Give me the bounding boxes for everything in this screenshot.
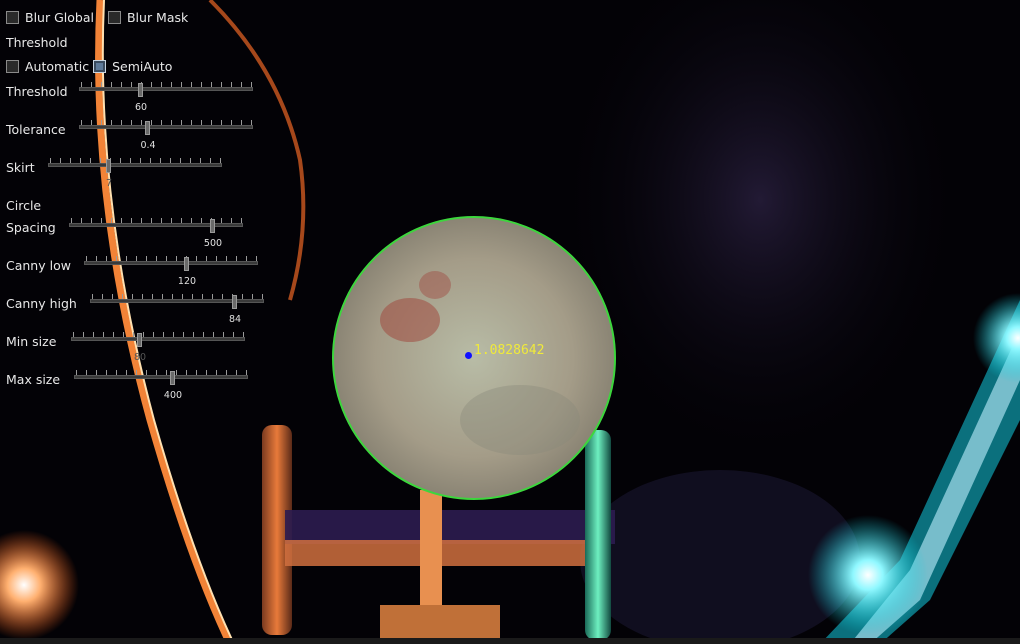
- canny-low-slider-value: 120: [177, 276, 197, 287]
- threshold-slider-value: 60: [134, 102, 148, 113]
- tolerance-slider-label: Tolerance: [6, 122, 66, 137]
- canny-high-slider-label: Canny high: [6, 296, 77, 311]
- blur-mask-checkbox[interactable]: [107, 11, 121, 24]
- circle-center-marker: [465, 352, 472, 359]
- canny-high-slider-value: 84: [228, 314, 242, 325]
- spacing-slider-label: Spacing: [6, 220, 56, 235]
- tolerance-slider-value: 0.4: [140, 140, 156, 151]
- canny-low-slider-handle[interactable]: [184, 257, 189, 271]
- automatic-label: Automatic: [25, 59, 90, 74]
- min-size-slider-handle[interactable]: [137, 333, 142, 347]
- canny-high-slider[interactable]: [90, 299, 264, 303]
- skirt-slider-handle[interactable]: [106, 159, 111, 173]
- skirt-slider[interactable]: [48, 163, 222, 167]
- detection-readout: 1.0828642: [474, 343, 545, 358]
- blur-mask-label: Blur Mask: [126, 10, 189, 25]
- tolerance-slider-handle[interactable]: [145, 121, 150, 135]
- spacing-slider-handle[interactable]: [210, 219, 215, 233]
- threshold-slider-handle[interactable]: [138, 83, 143, 97]
- mode-options-row: Automatic SemiAuto: [6, 59, 186, 74]
- skirt-slider-value: 7: [105, 178, 113, 189]
- max-size-slider-label: Max size: [6, 372, 61, 387]
- blur-global-label: Blur Global: [25, 10, 94, 25]
- threshold-section-heading: Threshold: [6, 35, 68, 50]
- max-size-slider-value: 400: [163, 390, 183, 401]
- blur-global-checkbox[interactable]: [6, 11, 19, 24]
- threshold-slider[interactable]: [79, 87, 253, 91]
- min-size-slider-value: 80: [133, 352, 147, 363]
- max-size-slider-handle[interactable]: [170, 371, 175, 385]
- min-size-slider[interactable]: [71, 337, 245, 341]
- automatic-checkbox[interactable]: [6, 60, 19, 73]
- min-size-slider-label: Min size: [6, 334, 57, 349]
- spacing-slider[interactable]: [69, 223, 243, 227]
- semiauto-label: SemiAuto: [112, 59, 173, 74]
- spacing-slider-value: 500: [203, 238, 223, 249]
- max-size-slider[interactable]: [74, 375, 248, 379]
- blur-options-row: Blur Global Blur Mask: [6, 10, 202, 25]
- threshold-slider-label: Threshold: [6, 84, 68, 99]
- canny-high-slider-handle[interactable]: [232, 295, 237, 309]
- camera-view: [0, 0, 1020, 644]
- tolerance-slider[interactable]: [79, 125, 253, 129]
- circle-section-heading: Circle: [6, 198, 42, 213]
- canny-low-slider[interactable]: [84, 261, 258, 265]
- semiauto-checkbox[interactable]: [93, 60, 107, 73]
- canny-low-slider-label: Canny low: [6, 258, 71, 273]
- skirt-slider-label: Skirt: [6, 160, 35, 175]
